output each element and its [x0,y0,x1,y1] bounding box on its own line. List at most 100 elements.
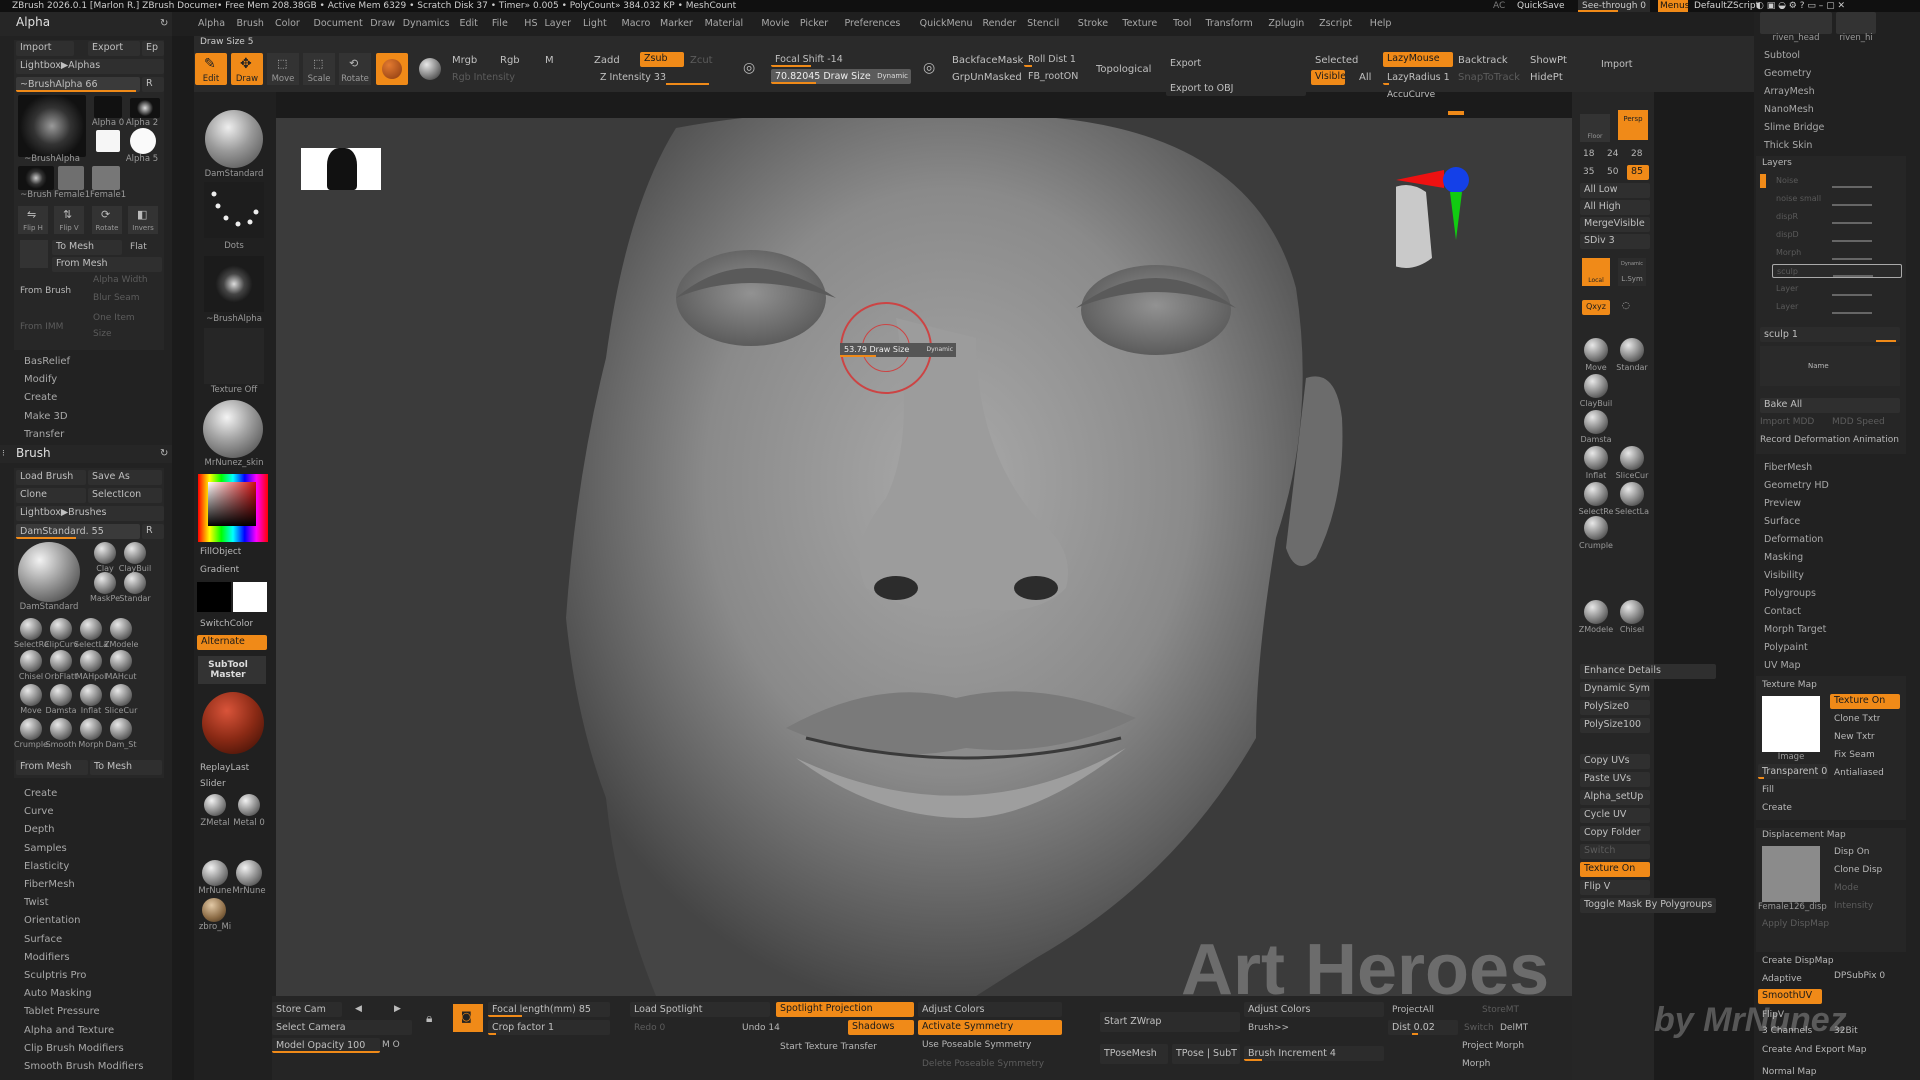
record-deformation-button[interactable]: Record Deformation Animation [1760,434,1899,447]
menu-dynamics[interactable]: Dynamics [403,18,450,30]
brush-clay-icon[interactable] [94,542,116,564]
next-camera-icon[interactable]: ▶ [394,1003,401,1015]
tool-subpalette-uv-map[interactable]: UV Map [1764,660,1801,672]
menu-texture[interactable]: Texture [1122,18,1157,30]
brush-clipcurv-icon[interactable] [50,618,72,640]
brush-from-mesh-button[interactable]: From Mesh [16,760,88,775]
subpalette-transfer[interactable]: Transfer [24,429,64,441]
subpalette-fibermesh[interactable]: FiberMesh [24,879,75,891]
brush-maskpe-icon[interactable] [94,572,116,594]
adaptive-button[interactable]: Adaptive [1762,973,1802,986]
tpose-subt-button[interactable]: TPose | SubT [1172,1044,1240,1064]
camera-button[interactable]: ◙ [453,1004,483,1032]
create-dispmap-button[interactable]: Create DispMap [1762,955,1834,968]
menu-marker[interactable]: Marker [660,18,693,30]
transparent-slider[interactable]: Transparent 0 [1758,764,1828,779]
color-picker-square[interactable] [208,482,256,526]
start-texture-transfer-button[interactable]: Start Texture Transfer [780,1041,877,1054]
mode-slider[interactable]: Mode [1834,882,1859,895]
tool-subpalette-masking[interactable]: Masking [1764,552,1803,564]
female-thumb-1[interactable] [58,166,84,190]
subpalette-create[interactable]: Create [24,788,57,800]
shelf-brush-damsta-icon[interactable] [1584,410,1608,434]
layer-row-0[interactable]: Noise [1772,174,1902,188]
menu-render[interactable]: Render [983,18,1017,30]
viewport-canvas[interactable]: 53.79 Draw Size Dynamic Art Heroes [276,118,1572,996]
floor-button[interactable]: Floor [1580,114,1610,142]
riven-head-thumb[interactable] [1760,12,1832,34]
gizmo-z-axis[interactable] [1443,167,1469,193]
alpha-palette-header[interactable]: Alpha ↻ [0,12,172,36]
scale-button[interactable]: ⬚ Scale [303,53,335,85]
tool-subpalette-slime-bridge[interactable]: Slime Bridge [1764,122,1824,134]
layer-row-6[interactable]: Layer [1772,282,1902,296]
alpha-ep-button[interactable]: Ep [142,41,164,56]
bake-all-button[interactable]: Bake All [1760,398,1900,413]
fill-button[interactable]: Fill [1762,784,1774,797]
subpalette-create[interactable]: Create [24,392,57,404]
metal-icon[interactable] [238,794,260,816]
brush-standar-icon[interactable] [124,572,146,594]
lightbox-brushes-button[interactable]: Lightbox▶Brushes [16,506,164,521]
zadd-button[interactable]: Zadd [594,54,620,67]
poseable-symmetry-button[interactable]: Use Poseable Symmetry [922,1039,1031,1052]
right-shelf-enhance[interactable]: Enhance Details [1580,664,1716,679]
mo-toggle[interactable]: M O [382,1039,400,1052]
right-shelf-texture-on[interactable]: Texture On [1580,862,1650,877]
projectall-button[interactable]: ProjectAll [1392,1004,1434,1017]
shelf-brush-inflat-icon[interactable] [1584,446,1608,470]
focal-50[interactable]: 50 [1607,166,1618,179]
subpalette-modify[interactable]: Modify [24,374,57,386]
sym-pin-icon[interactable]: ◌ [1622,300,1630,312]
texture-sphere-button[interactable] [414,53,446,85]
material-icon[interactable] [203,400,263,458]
damstandard-brush-icon[interactable] [205,110,263,168]
alpha0-thumb[interactable] [94,96,122,118]
alpha2-thumb[interactable] [96,130,120,152]
from-img-button[interactable]: From IMM [20,321,63,334]
subpalette-sculptris-pro[interactable]: Sculptris Pro [24,970,86,982]
mrnune1-icon[interactable] [202,860,228,886]
alpha-from-brush-button[interactable]: From Brush [20,285,71,298]
mrnune2-icon[interactable] [236,860,262,886]
brush-claybuil-icon[interactable] [124,542,146,564]
brush-selectla-icon[interactable] [80,618,102,640]
alpha-export-button[interactable]: Export [88,41,140,56]
backtrack-button[interactable]: Backtrack [1458,54,1508,67]
local-button[interactable]: Local [1582,258,1610,286]
tool-subpalette-geometry-hd[interactable]: Geometry HD [1764,480,1829,492]
menu-zplugin[interactable]: Zplugin [1268,18,1304,30]
subpalette-orientation[interactable]: Orientation [24,915,80,927]
default-script[interactable]: DefaultZScript [1694,0,1759,12]
focal-icon[interactable]: ◎ [743,61,755,75]
texture-on-button[interactable]: Texture On [1830,694,1900,709]
storemt-button[interactable]: StoreMT [1482,1004,1519,1017]
subpalette-tablet-pressure[interactable]: Tablet Pressure [24,1006,100,1018]
brush-increment-slider[interactable]: Brush Increment 4 [1244,1046,1384,1061]
brush-move-icon[interactable] [20,684,42,706]
accucurve-button[interactable]: AccuCurve [1387,89,1435,102]
grpunmasked-button[interactable]: GrpUnMasked [952,71,1022,84]
menu-picker[interactable]: Picker [800,18,828,30]
dpsubpix-slider[interactable]: DPSubPix 0 [1834,970,1885,983]
project-morph-button[interactable]: Project Morph [1462,1040,1524,1053]
brush-alpha-small-thumb[interactable] [18,166,54,190]
rolldist-slider[interactable]: Roll Dist 1 [1024,52,1082,67]
shadows-button[interactable]: Shadows [848,1020,914,1035]
zsub-button[interactable]: Zsub [640,52,684,67]
gradient-button[interactable]: Gradient [200,564,239,577]
shelf-brush-selectla-icon[interactable] [1620,482,1644,506]
reference-thumbnail[interactable] [301,148,381,190]
right-shelf-paste-uvs[interactable]: Paste UVs [1580,772,1650,787]
activate-symmetry-button[interactable]: Activate Symmetry [918,1020,1062,1035]
alternate-button[interactable]: Alternate [197,635,267,650]
brushalpha-slider[interactable]: ~BrushAlpha 66 [16,77,140,92]
zcut-button[interactable]: Zcut [690,54,713,67]
lsym-button[interactable]: L.Sym Dynamic [1618,258,1646,286]
alpha-dot-thumb[interactable] [130,98,160,118]
visible-option[interactable]: Visible [1311,70,1345,85]
lightbox-alphas-button[interactable]: Lightbox▶Alphas [16,59,164,74]
alpha-r-button[interactable]: R [142,77,164,92]
brush-to-mesh-button[interactable]: To Mesh [90,760,162,775]
brush-orbflatt-icon[interactable] [50,650,72,672]
